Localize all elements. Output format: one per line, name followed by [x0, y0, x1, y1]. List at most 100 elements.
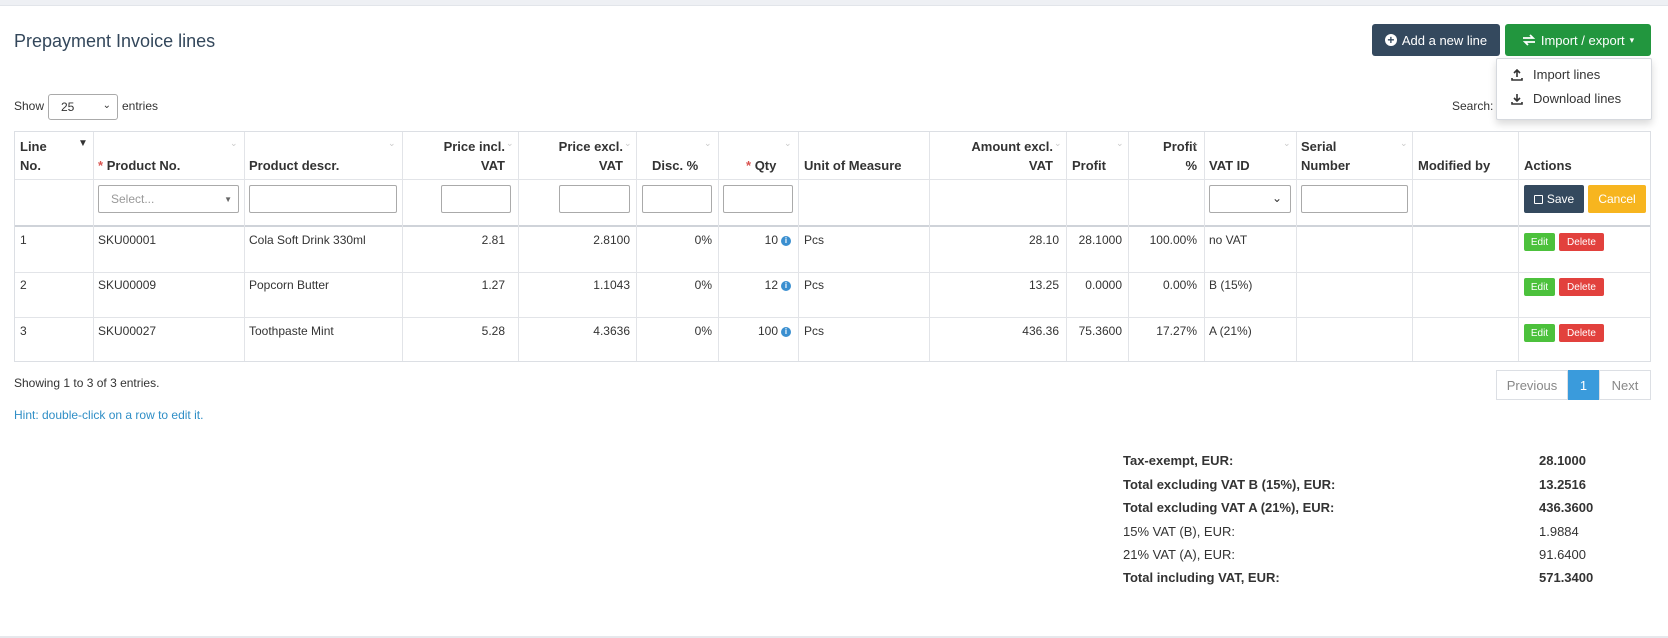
- cell-product-descr: Cola Soft Drink 330ml: [249, 233, 366, 247]
- cell-product-no: SKU00009: [98, 278, 157, 292]
- next-page-button[interactable]: Next: [1599, 370, 1651, 400]
- header-amount-excl-vat[interactable]: Amount excl. VAT: [929, 137, 1053, 175]
- delete-button[interactable]: Delete: [1559, 278, 1604, 296]
- sort-icon: ⌄: [784, 138, 792, 148]
- delete-button[interactable]: Delete: [1559, 233, 1604, 251]
- disc-filter-input[interactable]: [642, 185, 712, 213]
- sort-icon: ⌄: [506, 138, 514, 148]
- import-export-menu: Import lines Download lines: [1496, 58, 1652, 120]
- header-price-excl-vat[interactable]: Price excl. VAT: [518, 137, 623, 175]
- previous-page-button[interactable]: Previous: [1496, 370, 1568, 400]
- sort-icon: ⌄: [1400, 138, 1408, 148]
- row-divider: [15, 317, 1650, 318]
- col-divider: [1412, 132, 1413, 361]
- header-qty[interactable]: * Qty: [746, 156, 776, 175]
- import-export-label: Import / export: [1540, 32, 1625, 48]
- col-divider: [244, 132, 245, 361]
- cell-uom: Pcs: [804, 324, 825, 338]
- cell-product-no: SKU00027: [98, 324, 157, 338]
- edit-button[interactable]: Edit: [1524, 233, 1555, 251]
- info-icon[interactable]: i: [781, 326, 791, 337]
- caret-down-icon: ▼: [224, 195, 232, 204]
- import-export-button[interactable]: Import / export ▾: [1505, 24, 1651, 56]
- cell-product-descr: Toothpaste Mint: [249, 324, 334, 338]
- page-1-button[interactable]: 1: [1568, 370, 1599, 400]
- cell-price-excl: 1.1043: [593, 278, 630, 292]
- header-product-descr[interactable]: Product descr.: [249, 156, 339, 175]
- table-info: Showing 1 to 3 of 3 entries.: [14, 376, 160, 390]
- total-label: 15% VAT (B), EUR:: [1123, 524, 1235, 539]
- col-divider: [1296, 132, 1297, 361]
- add-new-line-label: Add a new line: [1401, 32, 1488, 48]
- menu-item-import-lines[interactable]: Import lines: [1511, 67, 1600, 82]
- sort-icon: ⌄: [704, 138, 712, 148]
- show-label: Show: [14, 99, 45, 113]
- header-disc[interactable]: Disc. %: [652, 156, 698, 175]
- page-title: Prepayment Invoice lines: [14, 31, 216, 51]
- chevron-down-icon: ⌄: [102, 100, 111, 111]
- cell-qty: 12 i: [718, 278, 791, 292]
- top-border: [0, 0, 1668, 6]
- sort-icon: ⌄: [230, 138, 238, 148]
- cell-product-descr: Popcorn Butter: [249, 278, 330, 292]
- info-icon[interactable]: i: [781, 235, 791, 246]
- hint-text: Hint: double-click on a row to edit it.: [14, 408, 204, 422]
- cell-profit: 28.1000: [1078, 233, 1122, 247]
- cell-price-incl: 1.27: [481, 278, 505, 292]
- header-unit-of-measure[interactable]: Unit of Measure: [804, 156, 902, 175]
- header-serial-number[interactable]: Serial Number: [1301, 137, 1350, 175]
- cell-amount: 28.10: [1028, 233, 1059, 247]
- header-vat-id[interactable]: VAT ID: [1209, 156, 1250, 175]
- cell-disc: 0%: [694, 278, 712, 292]
- header-modified-by[interactable]: Modified by: [1418, 156, 1490, 175]
- qty-filter-input[interactable]: [723, 185, 793, 213]
- download-icon: [1511, 93, 1523, 105]
- price-incl-filter-input[interactable]: [441, 185, 511, 213]
- entries-length-select[interactable]: 25 ⌄: [48, 94, 118, 120]
- header-product-no[interactable]: * Product No.: [98, 156, 180, 175]
- sort-desc-icon: ▼: [78, 138, 88, 149]
- upload-icon: [1511, 68, 1523, 81]
- cell-qty: 100 i: [718, 324, 791, 338]
- total-value: 436.3600: [1539, 500, 1594, 515]
- edit-button[interactable]: Edit: [1524, 278, 1555, 296]
- edit-button[interactable]: Edit: [1524, 324, 1555, 342]
- cancel-button[interactable]: Cancel: [1588, 185, 1646, 213]
- cell-profit-pct: 17.27%: [1156, 324, 1197, 338]
- header-profit-pct[interactable]: Profit %: [1128, 137, 1197, 175]
- total-value: 1.9884: [1539, 524, 1579, 539]
- sort-icon: ⌄: [1054, 138, 1062, 148]
- header-divider: [15, 179, 1650, 180]
- col-divider: [1518, 132, 1519, 361]
- serial-filter-input[interactable]: [1301, 185, 1408, 213]
- chevron-down-icon: ⌄: [1271, 191, 1282, 205]
- header-price-incl-vat[interactable]: Price incl. VAT: [402, 137, 505, 175]
- price-excl-filter-input[interactable]: [559, 185, 630, 213]
- cell-amount: 436.36: [1022, 324, 1059, 338]
- delete-button[interactable]: Delete: [1559, 324, 1604, 342]
- info-icon[interactable]: i: [781, 280, 791, 291]
- total-value: 91.6400: [1539, 547, 1586, 562]
- total-label: 21% VAT (A), EUR:: [1123, 547, 1235, 562]
- total-value: 571.3400: [1539, 570, 1594, 585]
- header-line-no[interactable]: Line No.: [20, 137, 47, 175]
- product-descr-filter-input[interactable]: [249, 185, 397, 213]
- save-button[interactable]: Save: [1524, 185, 1584, 213]
- cell-line-no: 3: [20, 324, 27, 338]
- product-filter-select[interactable]: Select... ▼: [98, 185, 239, 213]
- search-label: Search:: [1452, 99, 1494, 113]
- cell-product-no: SKU00001: [98, 233, 157, 247]
- add-new-line-button[interactable]: + Add a new line: [1372, 24, 1500, 56]
- cell-qty: 10 i: [718, 233, 791, 247]
- cell-price-excl: 2.8100: [593, 233, 630, 247]
- header-profit[interactable]: Profit: [1072, 156, 1106, 175]
- sort-icon: ⌄: [1192, 138, 1200, 148]
- total-label: Total excluding VAT A (21%), EUR:: [1123, 500, 1335, 515]
- total-value: 28.1000: [1539, 453, 1586, 468]
- col-divider: [1204, 132, 1205, 361]
- total-label: Total excluding VAT B (15%), EUR:: [1123, 477, 1336, 492]
- header-actions: Actions: [1524, 158, 1572, 173]
- cell-profit-pct: 0.00%: [1162, 278, 1197, 292]
- menu-item-download-lines[interactable]: Download lines: [1511, 91, 1621, 106]
- vat-id-filter-select[interactable]: ⌄: [1209, 185, 1291, 213]
